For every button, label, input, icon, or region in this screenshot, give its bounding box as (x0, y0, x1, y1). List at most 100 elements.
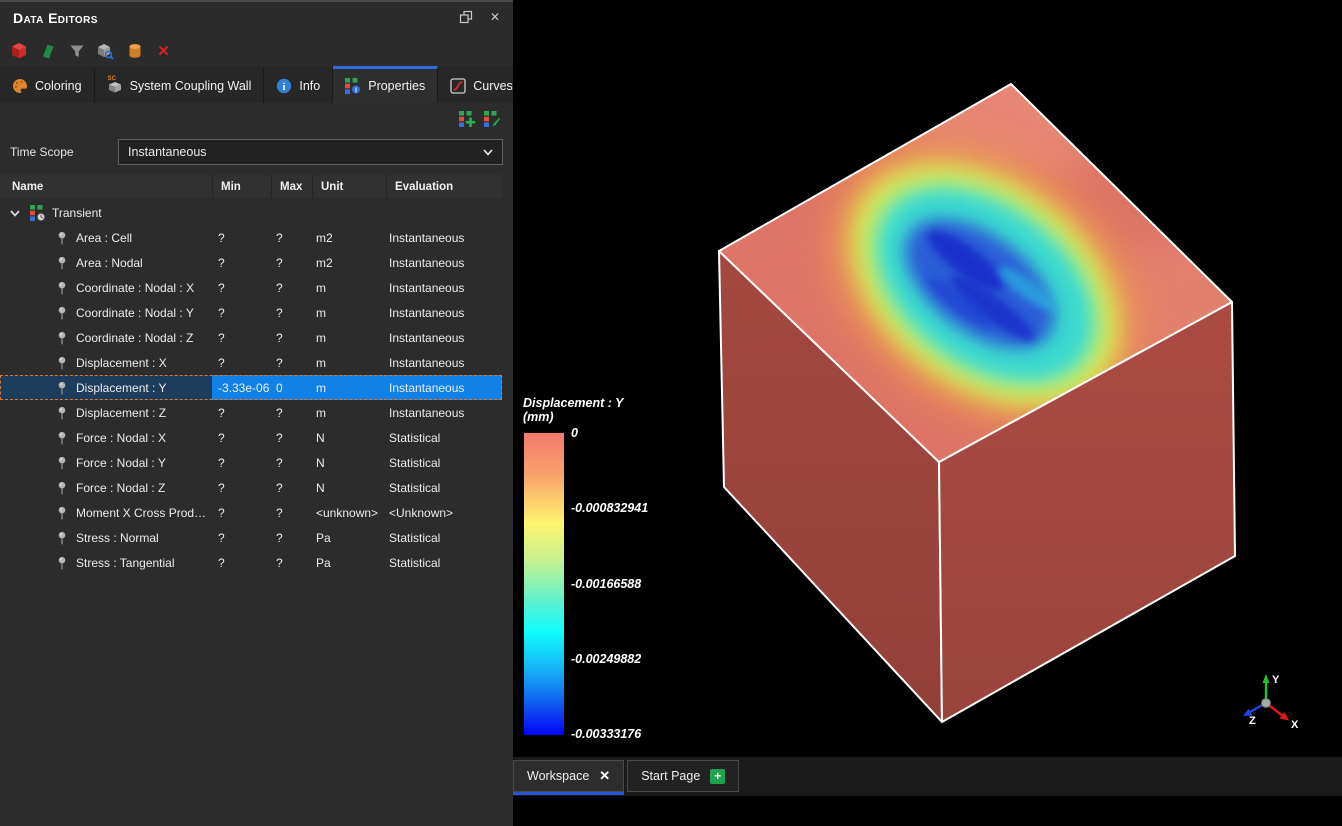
chevron-down-icon (481, 145, 495, 162)
axis-x-label: X (1291, 719, 1299, 731)
row-evaluation: Statistical (383, 450, 502, 475)
row-evaluation: Statistical (383, 525, 502, 550)
add-page-icon[interactable]: + (710, 769, 725, 784)
row-name: Force : Nodal : Z (76, 481, 165, 495)
table-row[interactable]: Transient (0, 200, 502, 225)
row-max: 0 (270, 375, 310, 400)
row-evaluation: Instantaneous (383, 400, 502, 425)
editor-tabs: Coloring SC System Coupling Wall i Info … (0, 66, 513, 103)
table-row[interactable]: Area : Cell ? ? m2 Instantaneous (0, 225, 502, 250)
row-max: ? (270, 425, 310, 450)
header-min[interactable]: Min (213, 175, 271, 198)
axis-z-label: Z (1249, 715, 1256, 727)
time-scope-dropdown[interactable]: Instantaneous (118, 139, 503, 165)
table-row[interactable]: Force : Nodal : Z ? ? N Statistical (0, 475, 502, 500)
row-unit: <unknown> (310, 500, 383, 525)
float-window-icon[interactable] (458, 9, 474, 25)
table-row[interactable]: Stress : Tangential ? ? Pa Statistical (0, 550, 502, 575)
panel-titlebar[interactable]: Data Editors ✕ (0, 2, 513, 36)
pin-icon (54, 430, 70, 446)
table-row[interactable]: Displacement : Z ? ? m Instantaneous (0, 400, 502, 425)
row-evaluation: <Unknown> (383, 500, 502, 525)
table-row[interactable]: Displacement : X ? ? m Instantaneous (0, 350, 502, 375)
filter-funnel-icon[interactable] (67, 42, 86, 61)
tab-start-page[interactable]: Start Page + (627, 760, 739, 792)
header-name[interactable]: Name (0, 175, 212, 198)
tab-system-coupling-wall[interactable]: SC System Coupling Wall (95, 66, 265, 103)
row-evaluation: Instantaneous (383, 250, 502, 275)
svg-text:i: i (283, 82, 286, 93)
cube-search-icon[interactable] (96, 42, 115, 61)
colorbar-title-text: Displacement : Y (523, 396, 624, 410)
row-name: Force : Nodal : Y (76, 456, 166, 470)
header-unit[interactable]: Unit (313, 175, 386, 198)
row-unit: m (310, 275, 383, 300)
table-row[interactable]: Force : Nodal : X ? ? N Statistical (0, 425, 502, 450)
tab-properties[interactable]: ! Properties (333, 66, 438, 103)
table-row[interactable]: Displacement : Y -3.33e-06 0 m Instantan… (0, 375, 502, 400)
row-unit: m (310, 300, 383, 325)
row-evaluation: Instantaneous (383, 300, 502, 325)
editor-toolbar: ✕ (0, 36, 513, 66)
red-cube-icon[interactable] (9, 42, 28, 61)
row-min: ? (212, 225, 270, 250)
tab-label: Start Page (641, 769, 700, 783)
axis-y-label: Y (1272, 674, 1280, 686)
row-max: ? (270, 475, 310, 500)
add-variable-icon[interactable] (459, 111, 475, 127)
tab-label: Coloring (35, 79, 82, 93)
row-min: ? (212, 425, 270, 450)
header-evaluation[interactable]: Evaluation (387, 175, 502, 198)
close-tab-icon[interactable]: ✕ (599, 768, 610, 784)
table-row[interactable]: Coordinate : Nodal : Y ? ? m Instantaneo… (0, 300, 502, 325)
panel-title: Data Editors (13, 10, 98, 26)
row-evaluation: Instantaneous (383, 350, 502, 375)
row-min: ? (212, 250, 270, 275)
table-row[interactable]: Coordinate : Nodal : Z ? ? m Instantaneo… (0, 325, 502, 350)
row-evaluation (383, 200, 502, 225)
properties-icon: ! (345, 78, 361, 94)
transient-group-icon (30, 205, 46, 221)
time-scope-value: Instantaneous (128, 145, 207, 159)
orange-cylinder-icon[interactable] (125, 42, 144, 61)
green-plane-icon[interactable] (38, 42, 57, 61)
row-unit (310, 200, 383, 225)
pin-icon (54, 255, 70, 271)
row-unit: m2 (310, 250, 383, 275)
table-row[interactable]: Stress : Normal ? ? Pa Statistical (0, 525, 502, 550)
table-row[interactable]: Area : Nodal ? ? m2 Instantaneous (0, 250, 502, 275)
expand-chevron-icon[interactable] (0, 206, 30, 220)
delete-x-icon[interactable]: ✕ (154, 42, 173, 61)
cube-render (513, 0, 1342, 757)
row-max: ? (270, 500, 310, 525)
tab-info[interactable]: i Info (264, 66, 333, 103)
row-min: ? (212, 500, 270, 525)
table-row[interactable]: Coordinate : Nodal : X ? ? m Instantaneo… (0, 275, 502, 300)
tab-label: Workspace (527, 769, 589, 783)
row-min: ? (212, 450, 270, 475)
row-name: Transient (52, 206, 102, 220)
row-evaluation: Instantaneous (383, 325, 502, 350)
row-max: ? (270, 225, 310, 250)
row-name: Stress : Normal (76, 531, 159, 545)
info-icon: i (276, 78, 292, 94)
row-unit: Pa (310, 550, 383, 575)
tab-workspace[interactable]: Workspace ✕ (513, 760, 624, 792)
pin-icon (54, 330, 70, 346)
tab-label: Info (299, 79, 320, 93)
tab-coloring[interactable]: Coloring (0, 66, 95, 103)
colorbar-tick: 0 (571, 426, 578, 440)
row-unit: Pa (310, 525, 383, 550)
render-viewport[interactable]: Displacement : Y (mm) 0 -0.000832941 -0.… (513, 0, 1342, 757)
row-name: Displacement : X (76, 356, 167, 370)
table-row[interactable]: Force : Nodal : Y ? ? N Statistical (0, 450, 502, 475)
close-panel-icon[interactable]: ✕ (487, 9, 503, 25)
system-coupling-icon: SC (107, 78, 123, 94)
row-max: ? (270, 250, 310, 275)
edit-variable-icon[interactable] (484, 111, 500, 127)
table-row[interactable]: Moment X Cross Produc... ? ? <unknown> <… (0, 500, 502, 525)
row-max: ? (270, 400, 310, 425)
header-max[interactable]: Max (272, 175, 312, 198)
colorbar-unit: (mm) (523, 410, 624, 424)
row-max: ? (270, 550, 310, 575)
